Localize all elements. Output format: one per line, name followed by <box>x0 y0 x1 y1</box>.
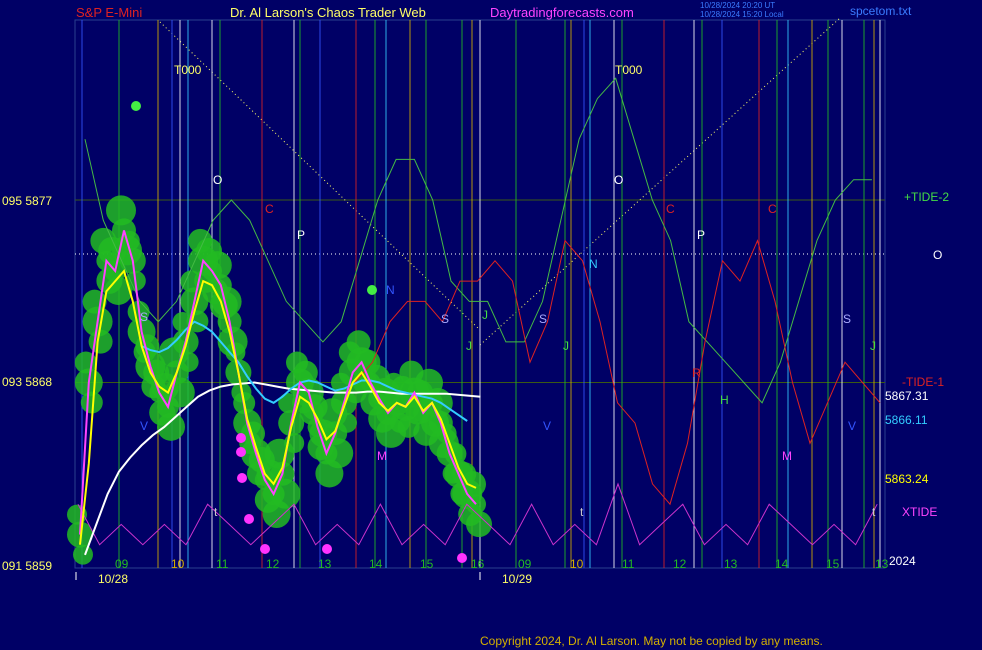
annotation-8: P <box>697 228 705 242</box>
bubble-2-2 <box>88 329 113 354</box>
site-title: Dr. Al Larson's Chaos Trader Web <box>230 5 426 20</box>
annotation-15: M <box>377 449 387 463</box>
y-axis-label-2: 091 5859 <box>2 559 52 573</box>
x-hour-label-12: 13 <box>724 557 738 571</box>
annotation-3: O <box>614 173 623 187</box>
annotation-1: T000 <box>615 63 643 77</box>
dotted-diagonal-2 <box>479 17 841 346</box>
bubble-0-2 <box>73 544 93 565</box>
annotation-4: C <box>265 202 274 216</box>
annotation-12: S <box>843 312 851 326</box>
annotation-2: O <box>213 173 222 187</box>
data-file: spcetom.txt <box>850 4 912 18</box>
right-label-2: -TIDE-1 <box>902 375 944 389</box>
annotation-19: J <box>563 339 569 353</box>
annotation-23: V <box>543 419 551 433</box>
annotation-0: T000 <box>174 63 202 77</box>
pivot-dot-5 <box>322 544 332 554</box>
annotation-6: C <box>768 202 777 216</box>
pivot-dot-3 <box>244 514 254 524</box>
x-hour-label-8: 09 <box>518 557 532 571</box>
annotation-26: t <box>214 505 218 519</box>
right-label-3: 5867.31 <box>885 389 929 403</box>
x-hour-label-10: 11 <box>622 557 635 571</box>
right-label-1: O <box>933 248 942 262</box>
annotation-9: S <box>140 310 148 324</box>
annotation-24: V <box>848 419 856 433</box>
annotation-27: t <box>580 505 584 519</box>
right-label-4: 5866.11 <box>885 413 928 427</box>
x-hour-label-2: 11 <box>216 557 229 571</box>
annotation-5: C <box>666 202 675 216</box>
annotation-7: P <box>297 228 305 242</box>
x-hour-label-5: 14 <box>369 557 383 571</box>
site-url[interactable]: Daytradingforecasts.com <box>490 5 634 20</box>
annotation-11: S <box>539 312 547 326</box>
annotation-17: H <box>720 393 729 407</box>
stamp-local: 10/28/2024 15:20 Local <box>700 10 784 19</box>
x-hour-label-1: 10 <box>171 557 185 571</box>
copyright: Copyright 2024, Dr. Al Larson. May not b… <box>480 634 823 648</box>
x-hour-label-0: 09 <box>115 557 129 571</box>
x-hour-label-9: 10 <box>570 557 584 571</box>
pivot-dot-0 <box>236 433 246 443</box>
x-hour-label-15: 13 <box>875 557 889 571</box>
x-hour-label-11: 12 <box>673 557 687 571</box>
x-hour-label-13: 14 <box>775 557 789 571</box>
annotation-10: S <box>441 312 449 326</box>
pivot-dot-4 <box>260 544 270 554</box>
right-label-5: 5863.24 <box>885 472 929 486</box>
peak-dot-0 <box>131 101 141 111</box>
x-date-label-1: 10/29 <box>502 572 532 586</box>
annotation-18: J <box>466 339 472 353</box>
pivot-dot-1 <box>236 447 246 457</box>
chart-canvas: 095 5877093 5868091 585910/28 10/2909 10 11… <box>2 17 949 586</box>
annotation-13: N <box>589 257 598 271</box>
y-axis-label-0: 095 5877 <box>2 194 52 208</box>
bubble-29-2 <box>323 438 354 469</box>
annotation-14: N <box>386 283 395 297</box>
annotation-16: M <box>782 449 792 463</box>
x-hour-label-4: 13 <box>318 557 332 571</box>
pivot-dot-2 <box>237 473 247 483</box>
pivot-dot-6 <box>457 553 467 563</box>
annotation-25: R <box>692 366 701 380</box>
x-hour-label-7: 16 <box>471 557 485 571</box>
right-label-0: +TIDE-2 <box>904 190 949 204</box>
annotation-22: V <box>140 419 148 433</box>
annotation-21: J <box>482 308 488 322</box>
x-date-label-0: 10/28 <box>98 572 128 586</box>
symbol-title: S&P E-Mini <box>76 5 143 20</box>
x-hour-label-6: 15 <box>420 557 434 571</box>
x-hour-label-14: 15 <box>826 557 840 571</box>
annotation-20: J <box>870 339 876 353</box>
stamp-utc: 10/28/2024 20:20 UT <box>700 1 776 10</box>
peak-dot-1 <box>367 285 377 295</box>
right-label-7: 2024 <box>889 554 916 568</box>
y-axis-label-1: 093 5868 <box>2 375 52 389</box>
x-hour-label-3: 12 <box>266 557 280 571</box>
bubble-10-2 <box>157 412 185 441</box>
right-label-6: XTIDE <box>902 505 937 519</box>
